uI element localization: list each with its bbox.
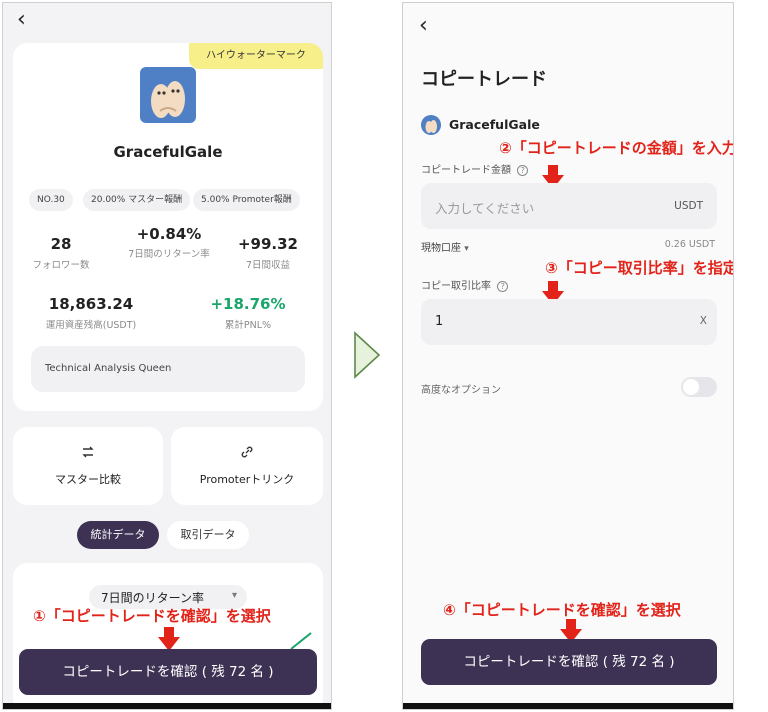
high-water-mark-badge: ハイウォーターマーク <box>189 43 323 69</box>
copy-trade-setup-screen: ‹ コピートレード GracefulGale ②「コピートレードの金額」を入力 … <box>402 2 734 710</box>
chevron-down-icon: ▾ <box>231 590 237 601</box>
chevron-down-icon: ▾ <box>464 244 469 254</box>
advanced-options-toggle[interactable] <box>681 377 717 397</box>
confirm-copy-trade-button[interactable]: コピートレードを確認 ( 残 72 名 ) <box>19 649 317 695</box>
confirm-copy-trade-button[interactable]: コピートレードを確認 ( 残 72 名 ) <box>421 639 717 685</box>
amount-input[interactable]: 入力してください USDT <box>421 183 717 229</box>
advanced-options-label: 高度なオプション <box>421 385 501 396</box>
profit-7d-value: +99.32 <box>237 235 298 253</box>
swap-icon <box>82 446 94 458</box>
nav-bar-strip <box>3 703 331 709</box>
master-compare-button[interactable]: マスター比較 <box>13 427 163 505</box>
rank-chip: NO.30 <box>29 189 73 211</box>
cumulative-pnl-label: 累計PNL% <box>224 320 272 331</box>
ratio-label: コピー取引比率 ? <box>421 277 509 292</box>
amount-label-text: コピートレード金額 <box>421 165 511 176</box>
red-arrow-down-icon <box>158 627 180 651</box>
master-fee-chip: 20.00% マスター報酬 <box>83 189 191 211</box>
trader-name: GracefulGale <box>449 117 540 132</box>
amount-unit: USDT <box>674 200 703 212</box>
back-arrow-icon[interactable]: ‹ <box>419 15 428 37</box>
account-select-label: 現物口座 <box>421 243 461 254</box>
ratio-input[interactable]: 1 X <box>421 299 717 345</box>
profit-7d-label: 7日間収益 <box>245 260 291 271</box>
account-balance: 0.26 USDT <box>664 239 715 250</box>
aum-label: 運用資産残高(USDT) <box>45 320 137 331</box>
ratio-unit: X <box>699 315 707 327</box>
annotation-step-1: ①「コピートレードを確認」を選択 <box>33 607 271 625</box>
play-arrow-icon <box>354 331 381 379</box>
trader-bio: Technical Analysis Queen <box>31 346 305 392</box>
account-select[interactable]: 現物口座 ▾ <box>421 239 469 254</box>
profile-card: ハイウォーターマーク GracefulGale NO.30 20.00% マスタ… <box>13 43 323 411</box>
trader-avatar <box>140 67 196 123</box>
cumulative-pnl-value: +18.76% <box>210 295 286 313</box>
avatar-illustration-icon <box>151 81 185 118</box>
tab-trade-data[interactable]: 取引データ <box>167 521 249 549</box>
amount-label: コピートレード金額 ? <box>421 161 529 176</box>
promoter-link-label: Promoterトリンク <box>199 473 295 486</box>
promoter-fee-chip: 5.00% Promoter報酬 <box>193 189 300 211</box>
toggle-knob <box>683 379 699 395</box>
return-7d-label: 7日間のリターン率 <box>128 249 210 260</box>
promoter-link-button[interactable]: Promoterトリンク <box>171 427 323 505</box>
help-icon[interactable]: ? <box>517 165 529 176</box>
help-icon[interactable]: ? <box>497 281 509 292</box>
back-arrow-icon[interactable]: ‹ <box>17 9 26 31</box>
link-icon <box>241 446 253 458</box>
ratio-value: 1 <box>435 314 444 329</box>
tab-statistics[interactable]: 統計データ <box>77 521 159 549</box>
page-title: コピートレード <box>421 69 547 90</box>
avatar-illustration-icon <box>425 120 437 133</box>
amount-placeholder: 入力してください <box>435 201 535 216</box>
period-select-label: 7日間のリターン率 <box>101 591 205 605</box>
master-compare-label: マスター比較 <box>55 473 121 486</box>
ratio-label-text: コピー取引比率 <box>421 281 491 292</box>
followers-label: フォロワー数 <box>32 260 90 271</box>
followers-value: 28 <box>50 235 72 253</box>
trader-profile-screen: ‹ ハイウォーターマーク GracefulGale NO.30 20.00% マ… <box>2 2 332 710</box>
trader-avatar-small <box>421 115 441 135</box>
annotation-step-3: ③「コピー取引比率」を指定 <box>545 259 734 277</box>
annotation-step-2: ②「コピートレードの金額」を入力 <box>499 139 734 157</box>
aum-value: 18,863.24 <box>48 295 134 313</box>
trader-name: GracefulGale <box>113 143 223 161</box>
return-7d-value: +0.84% <box>136 225 202 243</box>
nav-bar-strip <box>403 703 733 709</box>
annotation-step-4: ④「コピートレードを確認」を選択 <box>443 601 681 619</box>
